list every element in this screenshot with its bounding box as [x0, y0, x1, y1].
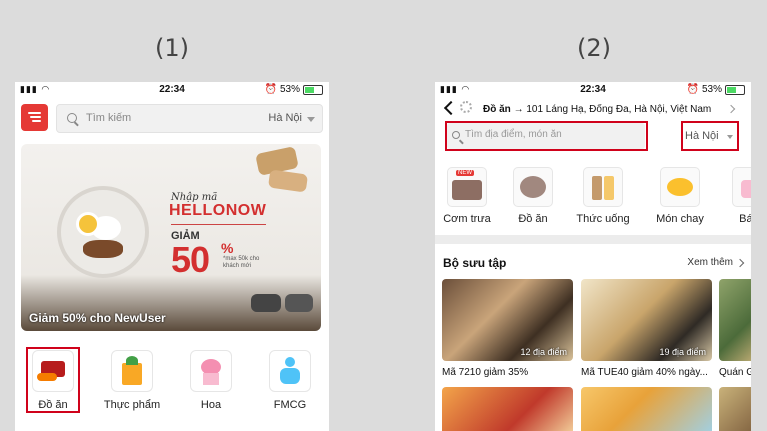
category-grocery[interactable]: Thực phẩm: [102, 350, 162, 411]
collection-title: Bộ sưu tập: [443, 256, 507, 270]
cake-icon: [732, 167, 751, 207]
phone-screen-2: ▮▮▮ ◠ 22:34 ⏰ 53% Đồ ăn → 101 Láng Hạ, Đ…: [435, 82, 751, 431]
category-label: Cơm trưa: [443, 213, 491, 225]
status-bar: ▮▮▮ ︎◠ 22:34 ⏰ 53%: [15, 82, 329, 98]
promo-percent-sign: %: [221, 240, 234, 256]
drink-cup-icon: [583, 167, 623, 207]
highlight-box-city: [681, 121, 739, 151]
category-flower[interactable]: Hoa: [181, 350, 241, 411]
chevron-down-icon: [307, 117, 315, 122]
chevron-right-icon[interactable]: [735, 258, 745, 268]
promo-note: *max 50k cho khách mới: [223, 256, 260, 269]
alarm-icon: ⏰: [264, 84, 277, 95]
promo-code: HELLONOW: [169, 202, 267, 219]
food-plate-image: [57, 186, 149, 278]
collection-card[interactable]: [719, 279, 751, 361]
collection-card[interactable]: [719, 387, 751, 431]
highlight-box-search: [445, 121, 648, 151]
category-fmcg[interactable]: FMCG: [260, 350, 320, 411]
category-cake[interactable]: Bánh: [720, 167, 751, 225]
status-bar: ▮▮▮ ◠ 22:34 ⏰ 53%: [435, 82, 751, 98]
collection-card[interactable]: [442, 387, 573, 431]
food-icon: [513, 167, 553, 207]
category-drinks[interactable]: Thức uống: [571, 167, 635, 225]
see-more-link[interactable]: Xem thêm: [687, 257, 733, 268]
card-caption[interactable]: Mã TUE40 giảm 40% ngày...: [581, 367, 708, 378]
category-lunch[interactable]: NEW Cơm trưa: [435, 167, 499, 225]
category-label: Món chay: [656, 213, 704, 225]
section-divider: [435, 235, 751, 244]
search-input[interactable]: Tìm kiếm Hà Nội: [56, 104, 323, 133]
city-selector[interactable]: Hà Nội: [268, 112, 302, 124]
grocery-bag-icon: [111, 350, 153, 392]
header-address[interactable]: Đồ ăn → 101 Láng Hạ, Đống Đa, Hà Nội, Vi…: [483, 104, 711, 115]
category-label: Thức uống: [576, 213, 630, 225]
lunch-box-icon: NEW: [447, 167, 487, 207]
menu-button[interactable]: [21, 104, 48, 131]
screen-label-2: (2): [577, 34, 611, 62]
loading-spinner-icon: [460, 101, 472, 113]
card-place-count: 12 địa điểm: [520, 347, 567, 357]
highlight-box-food: [26, 347, 80, 413]
card-place-count: 19 địa điểm: [659, 347, 706, 357]
baby-icon: [269, 350, 311, 392]
promo-percent: 50: [171, 239, 210, 280]
chevron-right-icon[interactable]: [726, 104, 736, 114]
flower-icon: [190, 350, 232, 392]
banner-caption: Giảm 50% cho NewUser: [29, 311, 166, 325]
category-label: FMCG: [273, 399, 307, 411]
card-caption[interactable]: Mã 7210 giảm 35%: [442, 367, 528, 378]
search-icon: [67, 113, 77, 123]
battery-percent: 53%: [701, 84, 722, 95]
back-arrow-icon[interactable]: [443, 100, 459, 116]
collection-card[interactable]: 19 địa điểm: [581, 279, 712, 361]
category-food[interactable]: Đồ ăn: [501, 167, 565, 225]
card-caption[interactable]: Quán G: [719, 367, 751, 378]
category-vegetarian[interactable]: Món chay: [648, 167, 712, 225]
collection-card[interactable]: [581, 387, 712, 431]
category-label: Hoa: [200, 399, 222, 411]
battery-icon: [303, 84, 323, 95]
category-label: Đồ ăn: [518, 213, 548, 225]
alarm-icon: ⏰: [686, 84, 699, 95]
screen-label-1: (1): [155, 34, 189, 62]
battery-percent: 53%: [279, 84, 300, 95]
battery-icon: [725, 84, 745, 95]
vegetarian-dish-icon: [660, 167, 700, 207]
search-placeholder: Tìm kiếm: [86, 112, 132, 124]
collection-card[interactable]: 12 địa điểm: [442, 279, 573, 361]
category-label: Thực phẩm: [103, 399, 161, 411]
phone-screen-1: ▮▮▮ ︎◠ 22:34 ⏰ 53% Tìm kiếm Hà Nội Nhập …: [15, 82, 329, 431]
new-badge: NEW: [456, 170, 474, 176]
promo-banner[interactable]: Nhập mã HELLONOW GIẢM 50 % *max 50k cho …: [21, 144, 321, 331]
category-label: Bánh: [739, 213, 751, 225]
